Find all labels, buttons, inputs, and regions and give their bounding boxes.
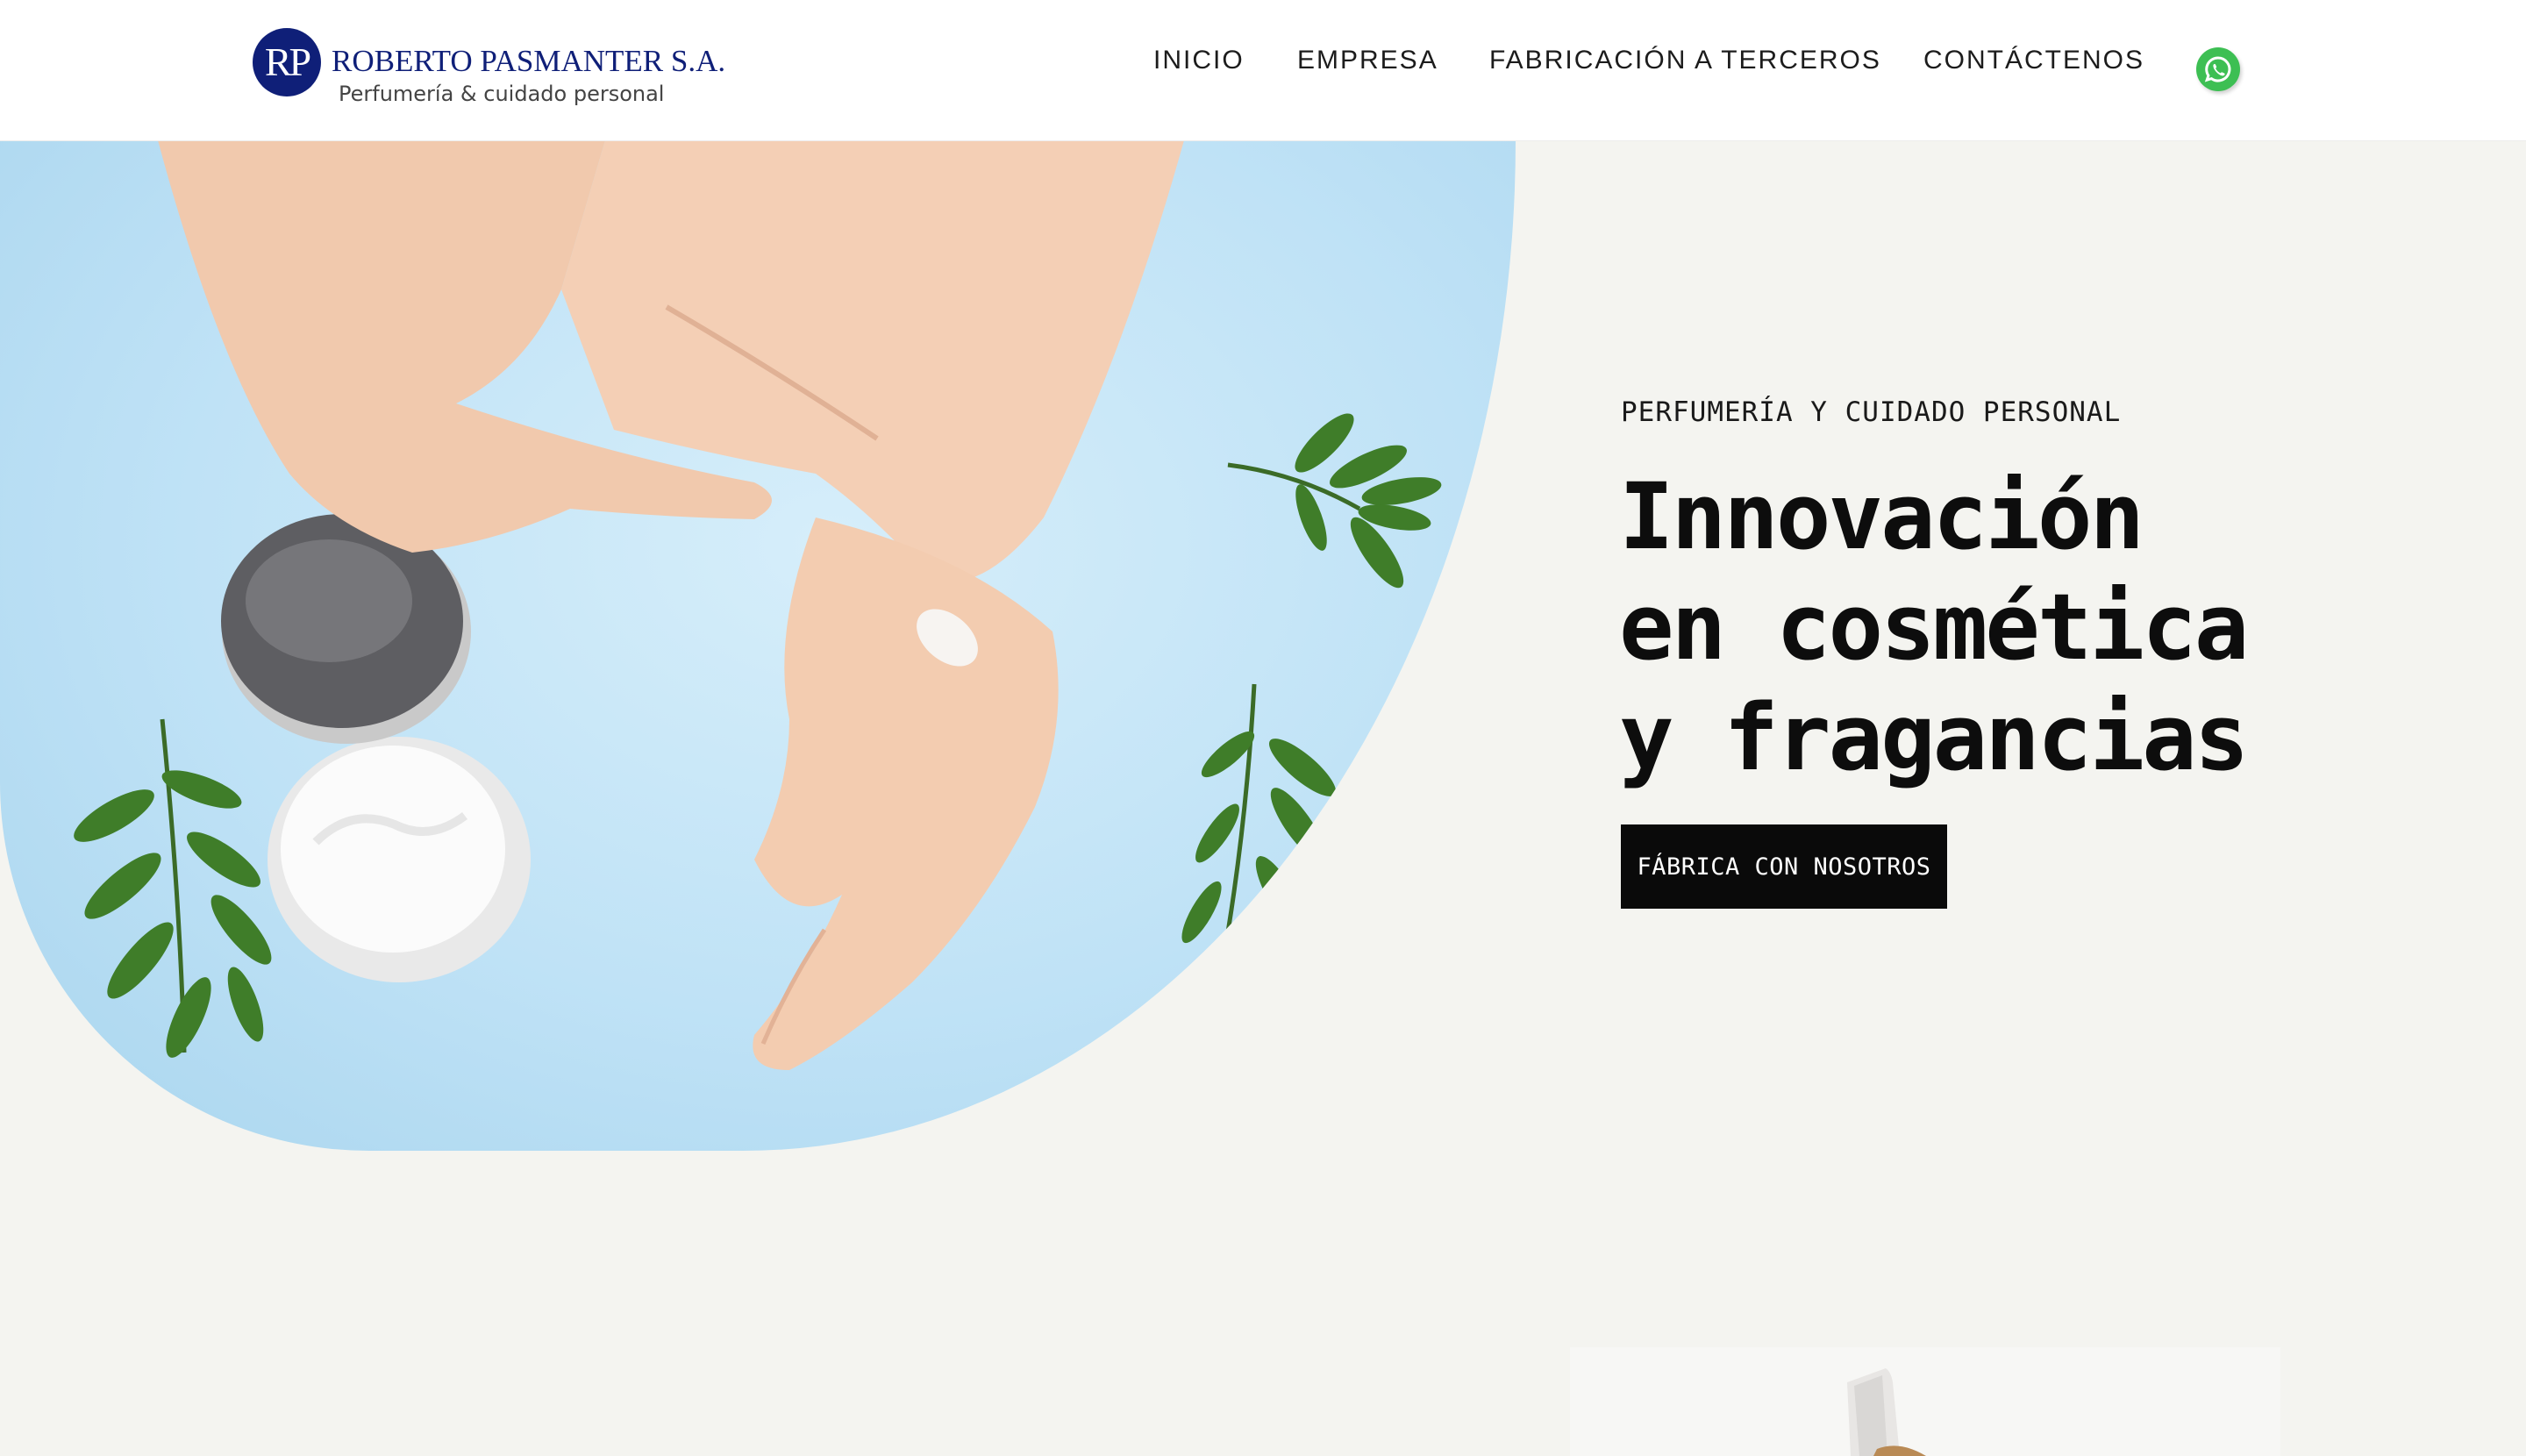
nav-item-contactenos[interactable]: CONTÁCTENOS (1923, 46, 2144, 75)
hero-title-line: y fragancias (1619, 684, 2249, 791)
whatsapp-button[interactable] (2196, 47, 2240, 91)
logo-name: ROBERTO PASMANTER S.A. (332, 44, 726, 78)
leaf-sprig-bottom-right (1181, 683, 1337, 989)
logo-tagline: Perfumería & cuidado personal (339, 82, 665, 106)
product-bottle-image (1847, 1368, 1926, 1456)
leaf-sprig-left (74, 718, 272, 1058)
cream-jar (221, 514, 531, 982)
nav-item-inicio[interactable]: INICIO (1153, 46, 1245, 75)
whatsapp-icon (2204, 56, 2231, 82)
logo-mark: RP (253, 28, 321, 96)
site-header: RP ROBERTO PASMANTER S.A. Perfumería & c… (0, 0, 2526, 141)
leaf-sprig-top-right (1227, 413, 1442, 589)
pointing-hand (158, 140, 1184, 582)
nav-item-empresa[interactable]: EMPRESA (1297, 46, 1438, 75)
fabrica-con-nosotros-button[interactable]: FÁBRICA CON NOSOTROS (1621, 824, 1947, 909)
hero-image (0, 140, 1516, 1151)
hero-title: Innovación en cosmética y fragancias (1619, 461, 2249, 793)
nav-item-fabricacion[interactable]: FABRICACIÓN A TERCEROS (1489, 46, 1881, 75)
hero-title-line: Innovación (1619, 463, 2144, 570)
receiving-hand (753, 517, 1059, 1070)
hero-eyebrow: PERFUMERÍA Y CUIDADO PERSONAL (1621, 396, 2122, 428)
hero-title-line: en cosmética (1619, 574, 2249, 681)
